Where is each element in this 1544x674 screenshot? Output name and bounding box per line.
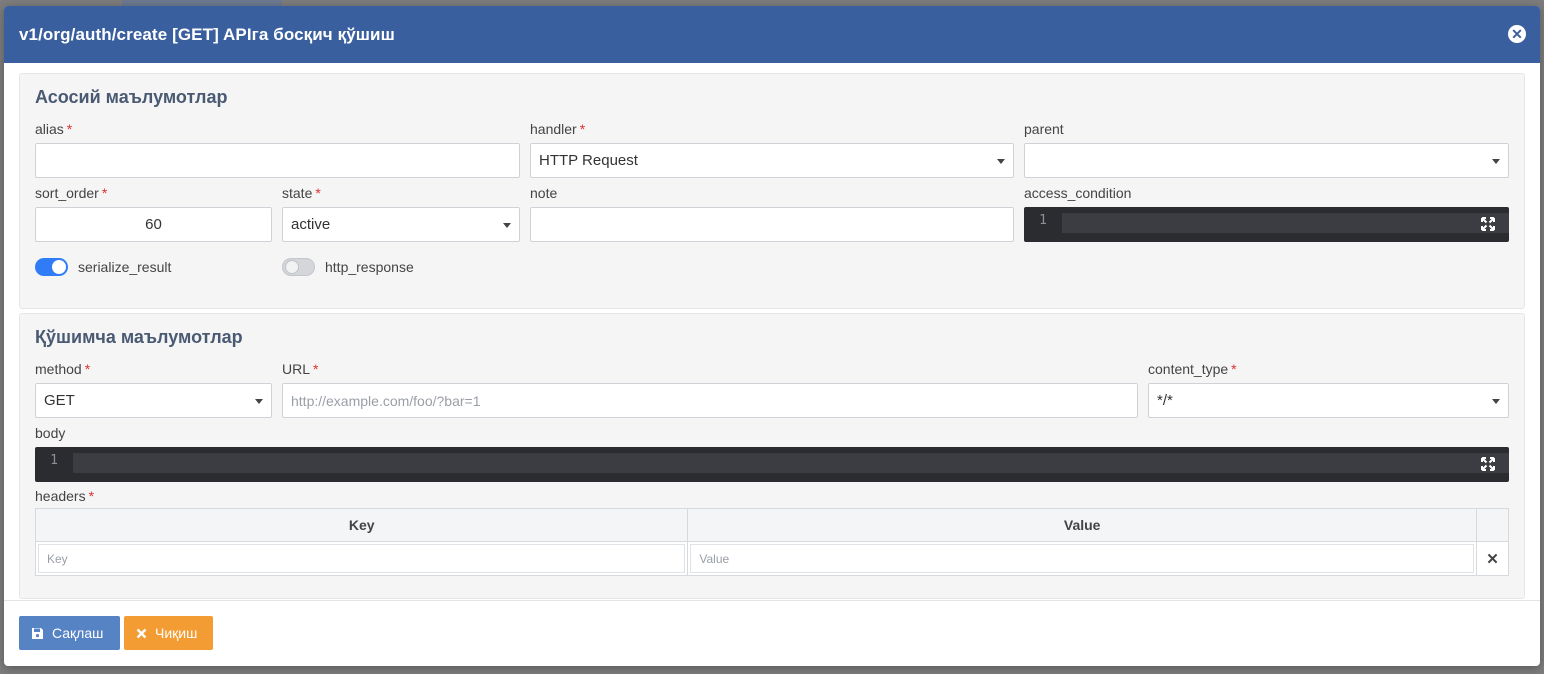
note-input[interactable] bbox=[530, 207, 1014, 242]
fullscreen-icon[interactable] bbox=[1481, 457, 1495, 471]
alias-label: alias bbox=[35, 121, 64, 137]
note-field: note bbox=[530, 184, 1014, 242]
required-mark: * bbox=[315, 185, 321, 201]
access-condition-field: access_condition 1 bbox=[1024, 184, 1509, 242]
content-type-select[interactable]: */* bbox=[1148, 383, 1509, 418]
chevron-down-icon bbox=[997, 159, 1005, 164]
http-response-toggle-row: http_response bbox=[282, 258, 414, 276]
headers-label: headers bbox=[35, 488, 86, 504]
serialize-result-label: serialize_result bbox=[78, 259, 172, 275]
serialize-result-toggle-row: serialize_result bbox=[35, 258, 171, 276]
content-type-field: content_type * */* bbox=[1148, 360, 1509, 418]
parent-field: parent bbox=[1024, 120, 1509, 178]
modal-header: v1/org/auth/create [GET] APIга босқич қў… bbox=[4, 6, 1540, 63]
handler-select[interactable]: HTTP Request bbox=[530, 143, 1014, 178]
required-mark: * bbox=[66, 121, 73, 137]
handler-field: handler * HTTP Request bbox=[530, 120, 1014, 178]
sort-order-input[interactable]: 60 bbox=[35, 207, 272, 242]
http-response-toggle[interactable] bbox=[282, 258, 315, 276]
close-icon bbox=[136, 628, 147, 639]
url-placeholder: http://example.com/foo/?bar=1 bbox=[291, 392, 481, 409]
parent-label: parent bbox=[1024, 121, 1064, 137]
state-select[interactable]: active bbox=[282, 207, 520, 242]
alias-field: alias * bbox=[35, 120, 520, 178]
method-value: GET bbox=[44, 392, 75, 409]
section-title: Асосий маълумотлар bbox=[35, 87, 228, 107]
access-condition-editor[interactable]: 1 bbox=[1024, 207, 1509, 242]
save-button[interactable]: Сақлаш bbox=[19, 616, 120, 650]
extra-info-section: Қўшимча маълумотлар method * GET URL * htt… bbox=[19, 313, 1525, 599]
table-row: Key Value ✕ bbox=[34, 541, 1509, 576]
required-mark: * bbox=[88, 488, 95, 504]
parent-select[interactable] bbox=[1024, 143, 1509, 178]
alias-input[interactable] bbox=[35, 143, 520, 178]
method-label: method bbox=[35, 361, 82, 377]
active-code-line bbox=[1062, 213, 1509, 233]
body-label: body bbox=[35, 425, 66, 441]
url-label: URL bbox=[282, 361, 311, 377]
content-type-label: content_type bbox=[1148, 361, 1229, 377]
required-mark: * bbox=[101, 185, 108, 201]
chevron-down-icon bbox=[255, 399, 263, 404]
sort-order-label: sort_order bbox=[35, 185, 99, 201]
table-header-row: Key Value bbox=[34, 508, 1509, 542]
state-value: active bbox=[291, 216, 331, 233]
state-field: state * active bbox=[282, 184, 520, 242]
section-title: Қўшимча маълумотлар bbox=[35, 327, 243, 347]
state-label: state bbox=[282, 185, 313, 201]
url-field: URL * http://example.com/foo/?bar=1 bbox=[282, 360, 1138, 418]
content-type-value: */* bbox=[1157, 392, 1173, 409]
required-mark: * bbox=[313, 361, 319, 377]
serialize-result-toggle[interactable] bbox=[35, 258, 68, 276]
method-field: method * GET bbox=[35, 360, 272, 418]
headers-table: Key Value Key Value ✕ bbox=[34, 508, 1509, 576]
line-number: 1 bbox=[50, 452, 58, 468]
required-mark: * bbox=[84, 361, 91, 377]
value-column-header: Value bbox=[687, 508, 1477, 542]
handler-label: handler bbox=[530, 121, 577, 137]
save-label: Сақлаш bbox=[52, 625, 104, 641]
remove-row-icon[interactable]: ✕ bbox=[1476, 541, 1509, 576]
chevron-down-icon bbox=[1492, 159, 1500, 164]
handler-value: HTTP Request bbox=[539, 152, 638, 169]
http-response-label: http_response bbox=[325, 259, 414, 275]
required-mark: * bbox=[579, 121, 586, 137]
header-key-input[interactable]: Key bbox=[38, 544, 686, 573]
headers-field: headers * bbox=[35, 487, 235, 510]
body-field: body 1 bbox=[35, 424, 1509, 482]
modal-footer: Сақлаш Чиқиш bbox=[4, 600, 1540, 666]
header-value-input[interactable]: Value bbox=[690, 544, 1474, 573]
chevron-down-icon bbox=[1492, 399, 1500, 404]
body-editor[interactable]: 1 bbox=[35, 447, 1509, 482]
key-column-header: Key bbox=[34, 508, 689, 542]
exit-button[interactable]: Чиқиш bbox=[124, 616, 213, 650]
sort-order-field: sort_order * 60 bbox=[35, 184, 272, 242]
active-code-line bbox=[73, 453, 1509, 473]
required-mark: * bbox=[1231, 361, 1237, 377]
actions-column-header bbox=[1476, 508, 1509, 542]
url-input[interactable]: http://example.com/foo/?bar=1 bbox=[282, 383, 1138, 418]
close-icon[interactable]: ✕ bbox=[1508, 25, 1526, 43]
access-condition-label: access_condition bbox=[1024, 185, 1132, 201]
note-label: note bbox=[530, 185, 558, 201]
main-info-section: Асосий маълумотлар alias * handler * HTTP … bbox=[19, 73, 1525, 309]
add-step-modal: v1/org/auth/create [GET] APIга босқич қў… bbox=[4, 6, 1540, 666]
chevron-down-icon bbox=[503, 223, 511, 228]
fullscreen-icon[interactable] bbox=[1481, 217, 1495, 231]
floppy-disk-icon bbox=[31, 627, 44, 640]
modal-title: v1/org/auth/create [GET] APIга босқич қў… bbox=[19, 24, 395, 44]
method-select[interactable]: GET bbox=[35, 383, 272, 418]
modal-body: Асосий маълумотлар alias * handler * HTTP … bbox=[4, 63, 1540, 599]
exit-label: Чиқиш bbox=[155, 625, 198, 641]
line-number: 1 bbox=[1039, 212, 1047, 228]
